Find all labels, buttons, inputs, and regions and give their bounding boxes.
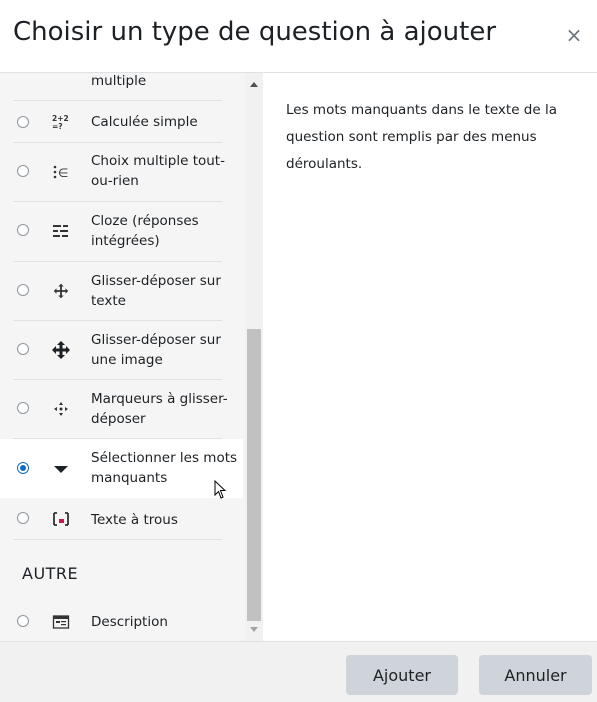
scroll-down-icon[interactable]	[250, 627, 258, 632]
drag-drop-text-icon	[52, 282, 70, 300]
radio-button[interactable]	[17, 284, 29, 296]
list-item[interactable]: 2+2 =? Calculée simple	[0, 102, 243, 143]
divider	[13, 539, 222, 540]
dialog-footer: Ajouter Annuler	[0, 641, 597, 702]
radio-button[interactable]	[17, 512, 29, 524]
list-item-label: Marqueurs à glisser-déposer	[91, 391, 228, 427]
radio-button[interactable]	[17, 462, 29, 474]
list-item[interactable]: Sélectionner les mots manquants	[0, 439, 243, 498]
list-item-label: Description	[91, 614, 168, 630]
cloze-icon	[52, 222, 70, 240]
list-item[interactable]: Description	[0, 600, 243, 641]
cancel-button[interactable]: Annuler	[479, 655, 592, 695]
mouse-pointer-icon	[214, 480, 227, 499]
list-item-label: multiple	[91, 73, 147, 89]
section-heading: AUTRE	[22, 564, 79, 583]
list-item-label: Texte à trous	[91, 512, 178, 528]
scroll-up-icon[interactable]	[250, 82, 258, 87]
list-item-label: Glisser-déposer sur texte	[91, 273, 221, 309]
radio-button[interactable]	[17, 165, 29, 177]
close-icon[interactable]: ×	[564, 25, 584, 45]
svg-text:=?: =?	[52, 122, 63, 131]
svg-text:∈: ∈	[58, 166, 68, 180]
question-type-description: Les mots manquants dans le texte de la q…	[286, 102, 557, 172]
add-button[interactable]: Ajouter	[346, 655, 458, 695]
list-item-label: Cloze (réponses intégrées)	[91, 213, 199, 249]
scrollbar-thumb[interactable]	[247, 329, 261, 621]
dialog-header: Choisir un type de question à ajouter ×	[0, 0, 597, 73]
radio-button[interactable]	[17, 343, 29, 355]
gapfill-icon	[52, 510, 70, 528]
dialog-title: Choisir un type de question à ajouter	[13, 17, 497, 47]
list-item[interactable]: Marqueurs à glisser-déposer	[0, 380, 243, 439]
list-item[interactable]: Cloze (réponses intégrées)	[0, 202, 243, 262]
radio-button[interactable]	[17, 615, 29, 627]
radio-button[interactable]	[17, 116, 29, 128]
radio-button[interactable]	[17, 402, 29, 414]
question-type-list: =? multiple 2+2=? Calculée simple ∈ Choi…	[0, 73, 245, 641]
divider	[13, 100, 222, 101]
list-item[interactable]: ∈ Choix multiple tout-ou-rien	[0, 143, 243, 202]
list-item[interactable]: Glisser-déposer sur une image	[0, 321, 243, 380]
drag-drop-image-icon	[52, 341, 70, 359]
description-icon	[52, 613, 70, 631]
list-item-label: Calculée simple	[91, 114, 198, 130]
list-item[interactable]: =? multiple	[0, 73, 243, 101]
radio-button[interactable]	[17, 224, 29, 236]
list-item-label: Choix multiple tout-ou-rien	[91, 153, 225, 189]
list-item-label: Glisser-déposer sur une image	[91, 332, 221, 368]
list-item[interactable]: Glisser-déposer sur texte	[0, 262, 243, 321]
list-scrollbar[interactable]	[245, 73, 263, 641]
calculated-simple-icon: 2+2 =?	[52, 113, 70, 131]
select-missing-words-icon	[52, 460, 70, 478]
all-or-nothing-icon: ∈	[52, 163, 70, 181]
list-item[interactable]: Texte à trous	[0, 498, 243, 540]
drag-drop-markers-icon	[52, 400, 70, 418]
